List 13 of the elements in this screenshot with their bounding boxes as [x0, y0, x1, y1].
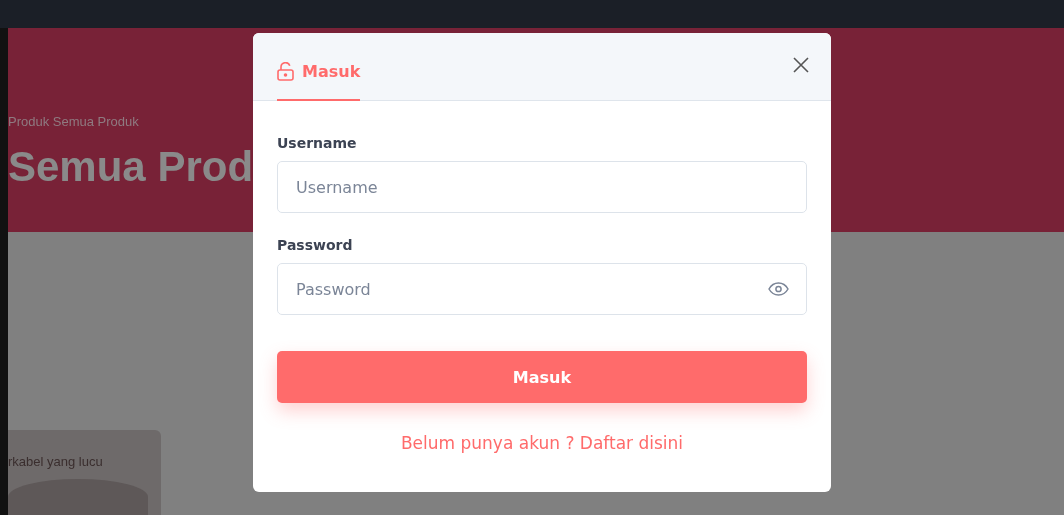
eye-icon[interactable]: [768, 282, 789, 296]
field-label: Password: [277, 237, 354, 253]
login-tab[interactable]: Masuk: [277, 62, 361, 101]
page-title: Semua Prod: [8, 143, 254, 191]
login-button[interactable]: Masuk: [277, 351, 807, 403]
unlocked-padlock-icon: [277, 62, 294, 81]
close-button[interactable]: [793, 57, 809, 73]
breadcrumb: Produk Semua Produk: [8, 114, 140, 129]
field-label: Username: [277, 135, 358, 151]
input-field[interactable]: Username: [277, 161, 807, 213]
register-link[interactable]: Belum punya akun ? Daftar disini: [400, 433, 684, 453]
input-field[interactable]: Password: [277, 263, 807, 315]
product-name: rkabel yang lucu: [8, 454, 104, 469]
